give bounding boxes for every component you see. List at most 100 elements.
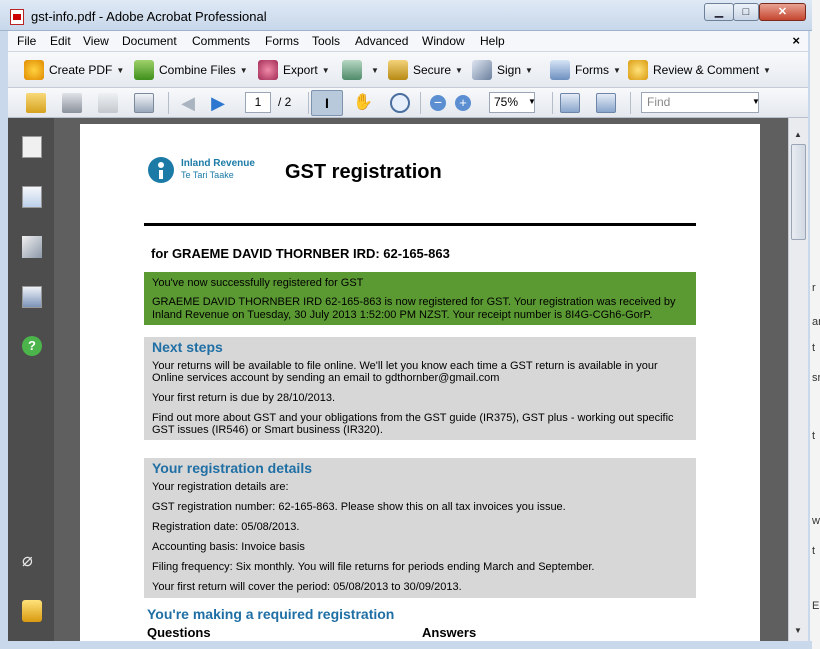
- hand-tool-icon[interactable]: ✋: [353, 93, 373, 113]
- previous-page-icon[interactable]: ◀: [178, 93, 198, 113]
- page-total: / 2: [278, 95, 292, 109]
- review-comment-button[interactable]: Review & Comment ▼: [628, 58, 771, 82]
- next-steps-heading: Next steps: [152, 339, 223, 355]
- maximize-button[interactable]: □: [733, 3, 759, 21]
- create-pdf-button[interactable]: Create PDF ▼: [24, 58, 124, 82]
- vertical-scrollbar[interactable]: ▲ ▼: [788, 118, 808, 641]
- background-text: sr: [812, 372, 820, 384]
- menu-file[interactable]: File: [17, 34, 36, 48]
- chevron-down-icon: ▼: [763, 65, 771, 75]
- window-title: gst-info.pdf - Adobe Acrobat Professiona…: [31, 9, 267, 24]
- background-text: E: [812, 600, 820, 612]
- menu-document[interactable]: Document: [122, 34, 177, 48]
- toolbar-separator: [168, 92, 169, 114]
- signatures-icon[interactable]: [22, 286, 42, 308]
- questions-column-header: Questions: [147, 625, 211, 640]
- save-icon[interactable]: [98, 93, 118, 113]
- chevron-down-icon[interactable]: ▼: [752, 97, 760, 106]
- title-rule: [144, 223, 696, 226]
- chevron-down-icon: ▼: [525, 65, 533, 75]
- chevron-down-icon: ▼: [321, 65, 330, 75]
- marquee-zoom-icon[interactable]: [390, 93, 410, 113]
- background-text: t: [812, 430, 816, 442]
- org-maori-name: Te Tari Taake: [181, 170, 234, 180]
- print-icon[interactable]: [62, 93, 82, 113]
- answers-column-header: Answers: [422, 625, 477, 640]
- scrollbar-thumb[interactable]: [791, 144, 806, 240]
- export-label: Export: [283, 63, 318, 77]
- close-button[interactable]: ✕: [759, 3, 806, 21]
- next-steps-paragraph: Your returns will be available to file o…: [152, 360, 658, 384]
- create-pdf-icon: [24, 60, 44, 80]
- detail-line: Registration date: 05/08/2013.: [152, 521, 300, 533]
- comments-icon[interactable]: [22, 600, 42, 622]
- secure-label: Secure: [413, 63, 452, 77]
- paperclip-icon[interactable]: ⌀: [22, 550, 42, 572]
- detail-line: Filing frequency: Six monthly. You will …: [152, 561, 595, 573]
- menu-forms[interactable]: Forms: [265, 34, 299, 48]
- pdf-page: Inland Revenue Te Tari Taake GST registr…: [80, 124, 760, 641]
- pdf-file-icon: [10, 9, 24, 25]
- detail-line: Your registration details are:: [152, 481, 289, 493]
- toolbar-separator: [552, 92, 553, 114]
- sign-label: Sign: [497, 63, 522, 77]
- scroll-up-icon[interactable]: ▲: [794, 130, 802, 139]
- scroll-down-icon[interactable]: ▼: [794, 626, 802, 635]
- combine-files-button[interactable]: Combine Files ▼: [134, 58, 248, 82]
- help-icon[interactable]: ?: [22, 336, 42, 356]
- review-comment-label: Review & Comment: [653, 63, 760, 77]
- zoom-in-icon[interactable]: +: [455, 95, 471, 111]
- chevron-down-icon: ▼: [239, 65, 248, 75]
- menu-edit[interactable]: Edit: [50, 34, 71, 48]
- next-page-icon[interactable]: ▶: [208, 93, 228, 113]
- find-input[interactable]: Find: [641, 92, 759, 113]
- document-area: Inland Revenue Te Tari Taake GST registr…: [54, 118, 788, 641]
- menu-window[interactable]: Window: [422, 34, 465, 48]
- toolbar-separator: [630, 92, 631, 114]
- send-for-review-icon: [342, 60, 362, 80]
- secure-button[interactable]: Secure ▼: [388, 58, 463, 82]
- export-button[interactable]: Export ▼: [258, 58, 330, 82]
- full-screen-icon[interactable]: [596, 93, 616, 113]
- chevron-down-icon: ▼: [613, 65, 621, 75]
- next-steps-paragraph: Find out more about GST and your obligat…: [152, 412, 674, 436]
- org-name: Inland Revenue: [181, 158, 255, 169]
- inland-revenue-logo-icon: [148, 157, 174, 183]
- success-detail: GRAEME DAVID THORNBER IRD 62-165-863 is …: [152, 296, 676, 321]
- chevron-down-icon: ▼: [455, 65, 463, 75]
- background-window-strip: r ar t sr t w t E: [810, 0, 820, 649]
- zoom-out-icon[interactable]: −: [430, 95, 446, 111]
- lock-icon: [388, 60, 408, 80]
- sign-button[interactable]: Sign ▼: [472, 58, 533, 82]
- menu-comments[interactable]: Comments: [192, 34, 250, 48]
- forms-label: Forms: [575, 63, 609, 77]
- email-icon[interactable]: [134, 93, 154, 113]
- layers-icon[interactable]: [22, 236, 42, 258]
- open-folder-icon[interactable]: [26, 93, 46, 113]
- comment-icon: [628, 60, 648, 80]
- menu-help[interactable]: Help: [480, 34, 505, 48]
- chevron-down-icon[interactable]: ▼: [528, 97, 536, 106]
- navigation-toolbar: ◀ ▶ 1 / 2 I ✋ − + 75% ▼ Find ▼: [8, 88, 808, 118]
- minimize-button[interactable]: ▁: [704, 3, 734, 21]
- close-document-icon[interactable]: ×: [792, 33, 800, 48]
- forms-button[interactable]: Forms ▼: [550, 58, 621, 82]
- fit-width-icon[interactable]: [560, 93, 580, 113]
- page-number-input[interactable]: 1: [245, 92, 271, 113]
- success-heading: You've now successfully registered for G…: [152, 277, 364, 289]
- menu-tools[interactable]: Tools: [312, 34, 340, 48]
- bookmarks-icon[interactable]: [22, 186, 42, 208]
- menu-advanced[interactable]: Advanced: [355, 34, 408, 48]
- combine-files-icon: [134, 60, 154, 80]
- detail-line: Your first return will cover the period:…: [152, 581, 462, 593]
- create-pdf-label: Create PDF: [49, 63, 113, 77]
- background-text: r: [812, 282, 816, 294]
- detail-line: GST registration number: 62-165-863. Ple…: [152, 501, 566, 513]
- send-review-button[interactable]: ▼: [342, 58, 379, 82]
- pages-icon[interactable]: [22, 136, 42, 158]
- select-tool-icon[interactable]: I: [311, 90, 343, 116]
- menu-view[interactable]: View: [83, 34, 109, 48]
- combine-files-label: Combine Files: [159, 63, 236, 77]
- forms-icon: [550, 60, 570, 80]
- title-bar: gst-info.pdf - Adobe Acrobat Professiona…: [0, 0, 812, 31]
